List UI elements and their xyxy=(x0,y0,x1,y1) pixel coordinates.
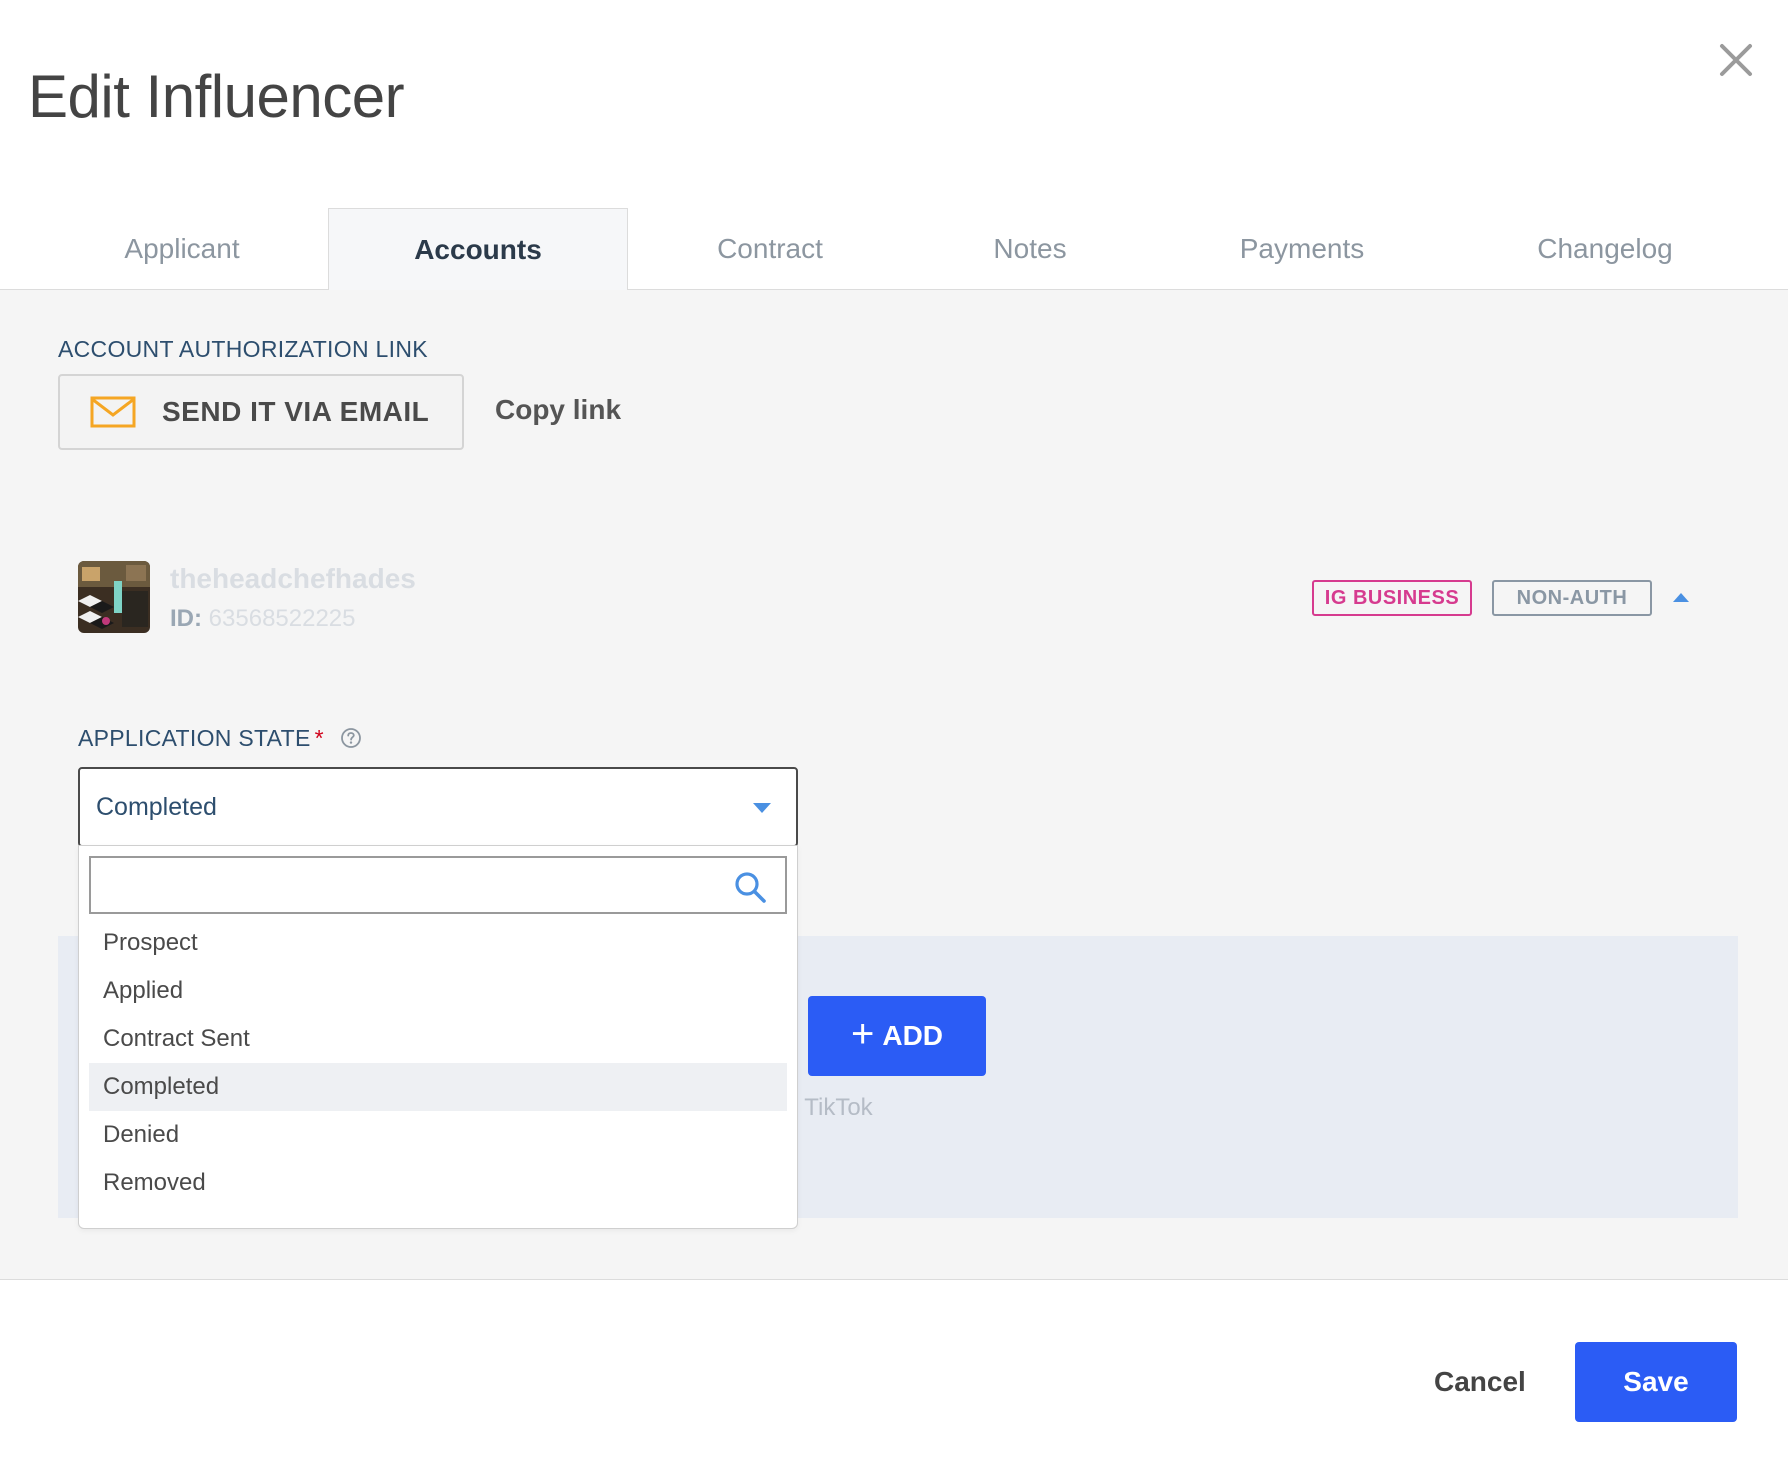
option-prospect[interactable]: Prospect xyxy=(89,919,787,967)
add-button-label: ADD xyxy=(882,1020,944,1051)
option-removed[interactable]: Removed xyxy=(89,1159,787,1207)
dropdown-search xyxy=(89,856,787,914)
tab-applicant[interactable]: Applicant xyxy=(62,208,302,290)
account-id-value: 63568522225 xyxy=(208,605,356,632)
cancel-button[interactable]: Cancel xyxy=(1434,1366,1526,1398)
chevron-down-icon xyxy=(753,803,771,813)
account-id: ID: 63568522225 xyxy=(170,605,356,633)
application-state-select[interactable]: Completed xyxy=(78,767,798,847)
dropdown-search-input[interactable] xyxy=(91,858,711,912)
add-hint-text: r TikTok xyxy=(790,1094,873,1121)
envelope-icon xyxy=(90,396,136,428)
search-icon xyxy=(735,872,766,903)
close-icon[interactable] xyxy=(1714,38,1758,82)
account-username: theheadchefhades xyxy=(170,563,416,594)
add-button[interactable]: + ADD xyxy=(808,996,986,1076)
help-circle-icon[interactable] xyxy=(340,727,362,749)
collapse-caret-up-icon[interactable] xyxy=(1672,591,1690,603)
ig-business-badge: IG BUSINESS xyxy=(1312,580,1472,616)
non-auth-badge: NON-AUTH xyxy=(1492,580,1652,616)
send-via-email-label: SEND IT VIA EMAIL xyxy=(162,396,430,427)
account-id-label: ID: xyxy=(170,605,202,632)
option-contract-sent[interactable]: Contract Sent xyxy=(89,1015,787,1063)
tab-contract[interactable]: Contract xyxy=(660,208,880,290)
application-state-text: APPLICATION STATE xyxy=(78,725,311,751)
tab-bar: Applicant Accounts Contract Notes Paymen… xyxy=(0,208,1788,291)
send-via-email-button[interactable]: SEND IT VIA EMAIL xyxy=(58,374,464,450)
plus-icon: + xyxy=(850,1012,875,1056)
option-denied[interactable]: Denied xyxy=(89,1111,787,1159)
authorization-link-label: ACCOUNT AUTHORIZATION LINK xyxy=(58,336,428,362)
required-asterisk: * xyxy=(314,725,324,751)
save-button[interactable]: Save xyxy=(1575,1342,1737,1422)
avatar xyxy=(78,561,150,633)
tab-changelog[interactable]: Changelog xyxy=(1480,208,1730,290)
application-state-label: APPLICATION STATE * xyxy=(78,725,324,752)
application-state-dropdown: Prospect Applied Contract Sent Completed… xyxy=(78,845,798,1229)
copy-link[interactable]: Copy link xyxy=(495,394,621,426)
tab-payments[interactable]: Payments xyxy=(1180,208,1424,290)
selected-value: Completed xyxy=(96,792,217,821)
option-completed[interactable]: Completed xyxy=(89,1063,787,1111)
dialog-title: Edit Influencer xyxy=(28,63,405,130)
option-applied[interactable]: Applied xyxy=(89,967,787,1015)
tab-notes[interactable]: Notes xyxy=(930,208,1130,290)
tab-accounts[interactable]: Accounts xyxy=(328,208,628,291)
